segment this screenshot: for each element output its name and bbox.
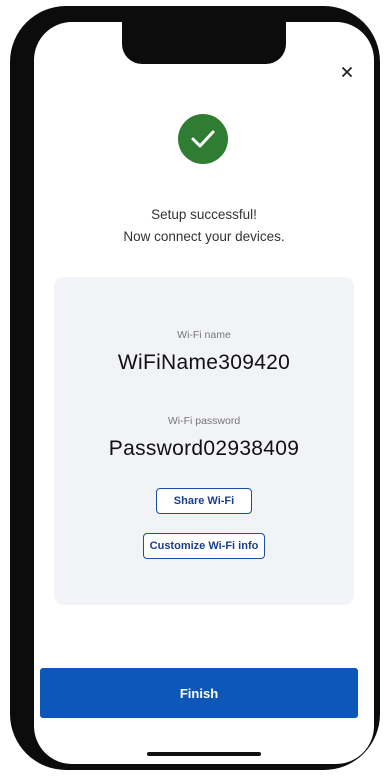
- checkmark-icon: [191, 130, 215, 148]
- mute-switch: [14, 122, 22, 150]
- wifi-name-value: WiFiName309420: [117, 351, 291, 374]
- share-wifi-button[interactable]: Share Wi-Fi: [156, 488, 252, 514]
- customize-wifi-info-button[interactable]: Customize Wi-Fi info: [143, 533, 265, 559]
- wifi-info-card: Wi-Fi name WiFiName309420 Wi-Fi password…: [54, 277, 354, 605]
- app-screen: Setup successful! Now connect your devic…: [34, 22, 374, 764]
- success-badge: [178, 114, 228, 164]
- instruction-message: Now connect your devices.: [123, 229, 285, 244]
- close-button[interactable]: [339, 64, 355, 80]
- wifi-password-label: Wi-Fi password: [167, 415, 241, 427]
- finish-button[interactable]: Finish: [40, 668, 358, 718]
- volume-up-button: [14, 174, 22, 230]
- wifi-password-value: Password02938409: [108, 437, 300, 460]
- wifi-name-label: Wi-Fi name: [177, 329, 231, 341]
- success-message: Setup successful!: [151, 207, 257, 222]
- home-indicator[interactable]: [147, 752, 261, 756]
- close-icon: [342, 67, 352, 77]
- phone-notch: [122, 22, 286, 64]
- volume-down-button: [14, 244, 22, 300]
- phone-frame: Setup successful! Now connect your devic…: [10, 6, 380, 770]
